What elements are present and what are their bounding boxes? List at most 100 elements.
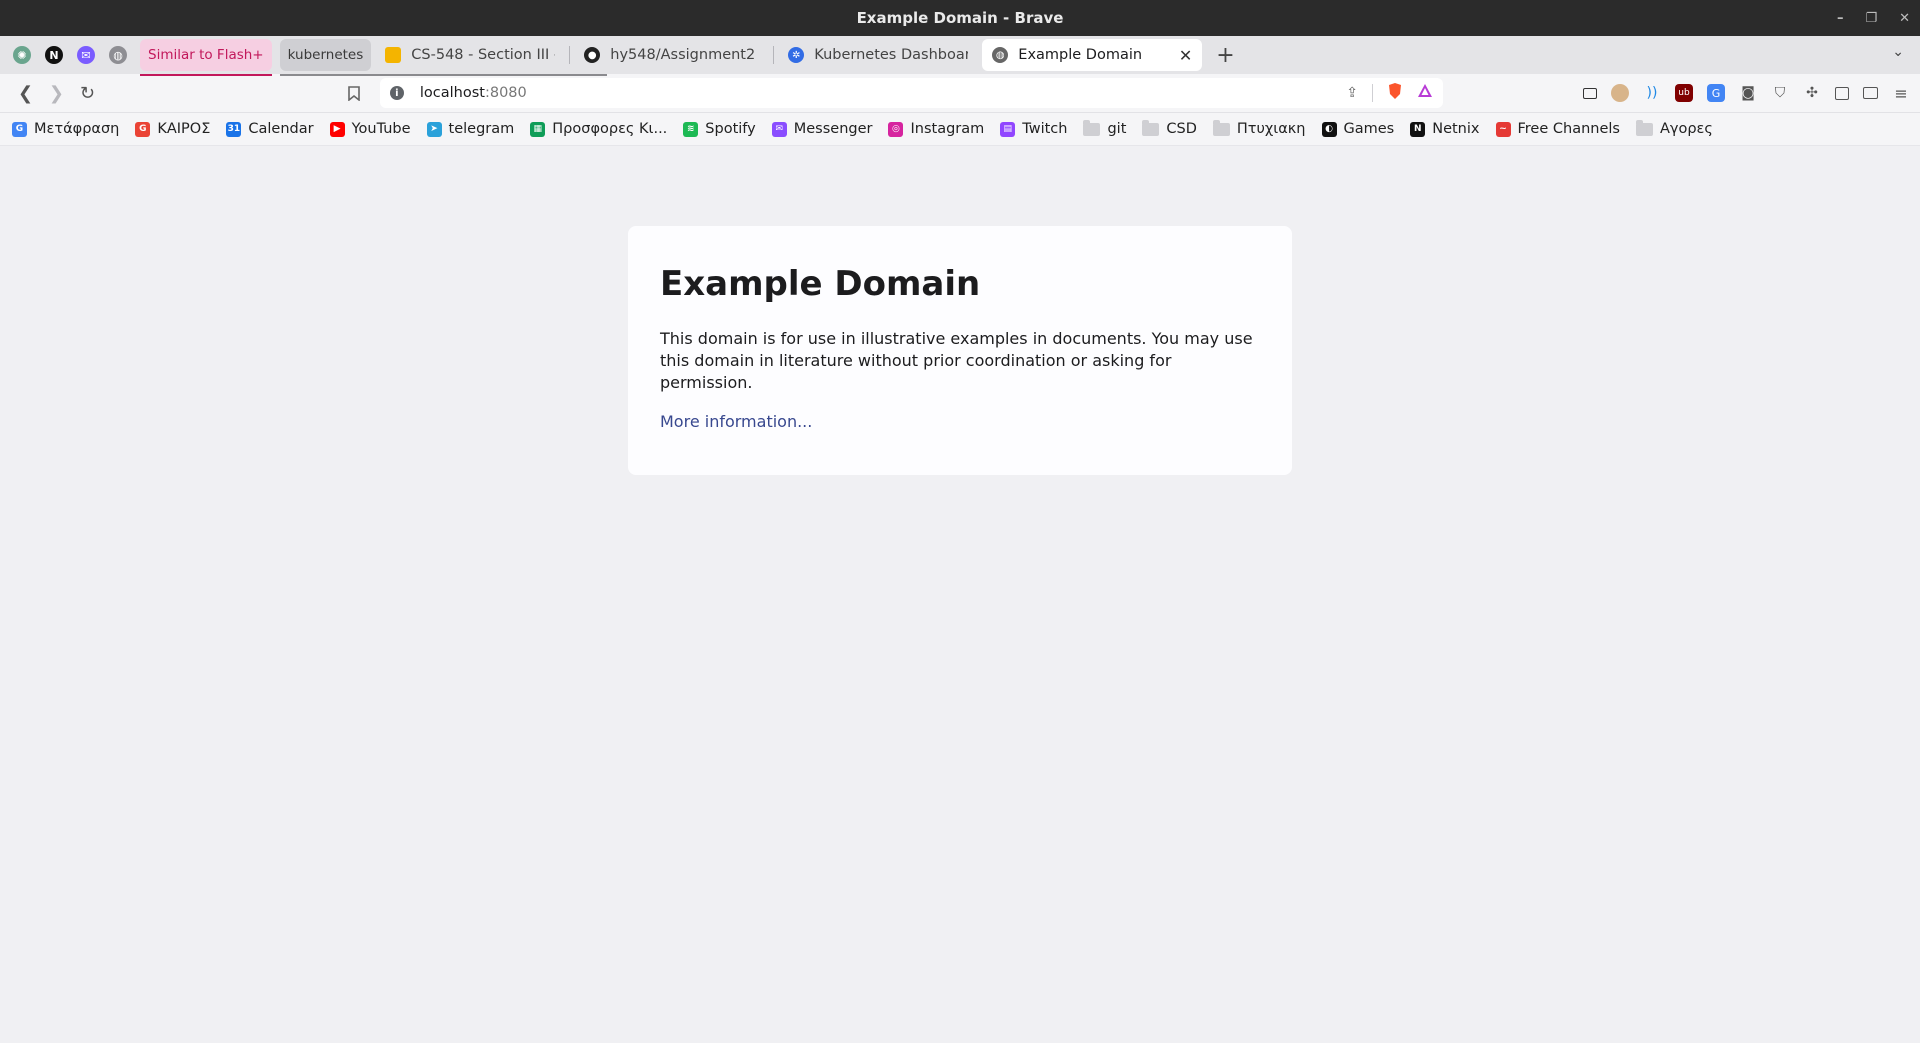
tab-group-kubernetes[interactable]: kubernetes — [279, 39, 607, 76]
url-port: :8080 — [484, 85, 527, 101]
folder-icon — [1083, 119, 1101, 136]
kubernetes-icon: ✲ — [788, 47, 805, 63]
bookmark-label: Spotify — [705, 121, 756, 137]
translate-icon: G — [12, 121, 27, 137]
tab-separator — [569, 46, 571, 64]
sheets-icon: ▦ — [530, 121, 546, 137]
page-viewport: Example Domain This domain is for use in… — [0, 146, 1920, 1036]
avatar-extension-icon[interactable] — [1611, 84, 1630, 102]
slides-icon — [385, 47, 402, 63]
bookmark-label: Calendar — [248, 121, 314, 137]
shield-extension-icon[interactable]: ⛉ — [1771, 84, 1789, 102]
bookmark-item[interactable]: ▦ Προσφορες Κι... — [530, 121, 667, 137]
tab-search-dropdown-icon[interactable]: ⌄ — [1892, 44, 1904, 60]
tab-group-similar-to-flash[interactable]: Similar to Flash+ — [140, 39, 272, 76]
back-button[interactable]: ❮ — [10, 77, 41, 109]
folder-icon — [1635, 119, 1653, 136]
close-window-icon[interactable]: ✕ — [1899, 11, 1910, 26]
bookmark-label: Netnix — [1432, 121, 1480, 137]
github-icon: ● — [584, 47, 601, 63]
site-info-icon[interactable]: i — [389, 86, 404, 100]
bookmark-label: Messenger — [793, 121, 873, 137]
address-bar[interactable]: i localhost:8080 ⇪ — [379, 78, 1444, 108]
spotify-icon: ≋ — [683, 121, 699, 137]
bookmark-label: Twitch — [1022, 121, 1068, 137]
tab-label: hy548/Assignment2 at main — [610, 47, 759, 63]
bookmark-item[interactable]: G ΚΑΙΡΟΣ — [135, 121, 210, 137]
new-tab-button[interactable]: + — [1206, 43, 1244, 68]
tab-cs548[interactable]: CS-548 - Section III - Kuberne — [375, 39, 565, 71]
page-title: Example Domain — [660, 264, 981, 304]
google-icon: G — [135, 121, 151, 137]
bookmark-item[interactable]: CSD — [1142, 119, 1197, 137]
bookmark-item[interactable]: N Netnix — [1410, 121, 1480, 137]
tab-separator — [773, 46, 775, 64]
minimize-icon[interactable]: – — [1837, 11, 1844, 26]
forward-button[interactable]: ❯ — [41, 77, 72, 109]
brave-rewards-icon[interactable] — [1417, 83, 1433, 103]
pinned-tab-notion[interactable]: N — [40, 41, 68, 69]
address-bar-actions: ⇪ — [1346, 82, 1433, 104]
bookmark-label: Free Channels — [1517, 121, 1620, 137]
picture-in-picture-icon[interactable] — [1583, 87, 1598, 99]
bookmark-item[interactable]: G Μετάφραση — [12, 121, 119, 137]
tv-icon: ~ — [1495, 121, 1511, 137]
bookmark-item[interactable]: ✉ Messenger — [771, 121, 873, 137]
bookmark-item[interactable]: ◐ Games — [1321, 121, 1395, 137]
translate-extension-icon[interactable]: G — [1707, 84, 1726, 102]
folder-icon — [1212, 119, 1230, 136]
bookmark-item[interactable]: ➤ telegram — [426, 121, 514, 137]
games-icon: ◐ — [1321, 121, 1337, 137]
tab-label: Kubernetes Dashboard — [814, 47, 969, 63]
maximize-icon[interactable]: ❐ — [1865, 11, 1877, 26]
window-controls: – ❐ ✕ — [1837, 0, 1910, 36]
messenger-icon: ✉ — [77, 46, 95, 64]
tab-strip: ✺ N ✉ ◍ Similar to Flash+ kubernetes CS-548… — [0, 36, 1920, 76]
more-information-link[interactable]: More information... — [660, 412, 812, 431]
wallet-icon[interactable] — [1863, 87, 1879, 99]
bookmark-item[interactable]: git — [1083, 119, 1127, 137]
menu-icon[interactable]: ≡ — [1892, 84, 1910, 103]
bookmark-item[interactable]: Πτυχιακη — [1212, 119, 1306, 137]
bookmark-item[interactable]: ≋ Spotify — [683, 121, 756, 137]
pinned-tab-chatgpt[interactable]: ✺ — [8, 41, 36, 69]
close-tab-icon[interactable]: ✕ — [1179, 46, 1192, 65]
tab-example-domain[interactable]: ◍ Example Domain ✕ — [982, 39, 1203, 71]
bookmarks-bar: G Μετάφραση G ΚΑΙΡΟΣ 31 Calendar ▶ YouTube ➤ tele… — [0, 113, 1920, 146]
bookmark-label: Αγορες — [1659, 121, 1713, 137]
audio-extension-icon[interactable]: )) — [1643, 84, 1661, 102]
pinned-tab-web[interactable]: ◍ — [104, 41, 132, 69]
brave-shields-icon[interactable] — [1387, 82, 1403, 104]
page-description: This domain is for use in illustrative e… — [660, 329, 1253, 392]
tab-github-assignment[interactable]: ● hy548/Assignment2 at main — [574, 39, 769, 71]
bookmark-item[interactable]: ▤ Twitch — [1000, 121, 1067, 137]
messenger-icon: ✉ — [771, 121, 787, 137]
reload-button[interactable]: ↻ — [72, 77, 103, 109]
calendar-icon: 31 — [226, 121, 242, 137]
telegram-icon: ➤ — [426, 121, 442, 137]
bookmark-item[interactable]: 31 Calendar — [226, 121, 314, 137]
bookmark-label: Μετάφραση — [34, 121, 120, 137]
tab-kubernetes-dashboard[interactable]: ✲ Kubernetes Dashboard — [778, 39, 978, 71]
extensions-puzzle-icon[interactable]: ✣ — [1803, 84, 1821, 102]
camera-icon[interactable]: ◙ — [1739, 84, 1757, 102]
bookmark-item[interactable]: ▶ YouTube — [329, 121, 411, 137]
bookmark-item[interactable]: Αγορες — [1635, 119, 1713, 137]
netnix-icon: N — [1410, 121, 1426, 137]
browser-toolbar: ❮ ❯ ↻ i localhost:8080 ⇪ )) ub G ◙ ⛉ ✣ ≡ — [0, 74, 1920, 113]
pinned-tab-messenger[interactable]: ✉ — [72, 41, 100, 69]
bookmark-label: git — [1107, 121, 1127, 137]
bookmark-item[interactable]: ~ Free Channels — [1495, 121, 1620, 137]
instagram-icon: ◎ — [888, 121, 904, 137]
youtube-icon: ▶ — [329, 121, 345, 137]
ublock-icon[interactable]: ub — [1675, 84, 1694, 102]
globe-icon: ◍ — [109, 46, 127, 64]
share-icon[interactable]: ⇪ — [1346, 85, 1358, 101]
bookmark-page-icon[interactable] — [339, 77, 370, 109]
sidebar-toggle-icon[interactable] — [1835, 86, 1850, 100]
bookmark-label: Games — [1343, 121, 1395, 137]
bookmark-item[interactable]: ◎ Instagram — [888, 121, 984, 137]
window-titlebar: Example Domain - Brave – ❐ ✕ — [0, 0, 1920, 36]
extensions-row: )) ub G ◙ ⛉ ✣ ≡ — [1583, 84, 1910, 103]
tab-label: Example Domain — [1018, 47, 1143, 63]
